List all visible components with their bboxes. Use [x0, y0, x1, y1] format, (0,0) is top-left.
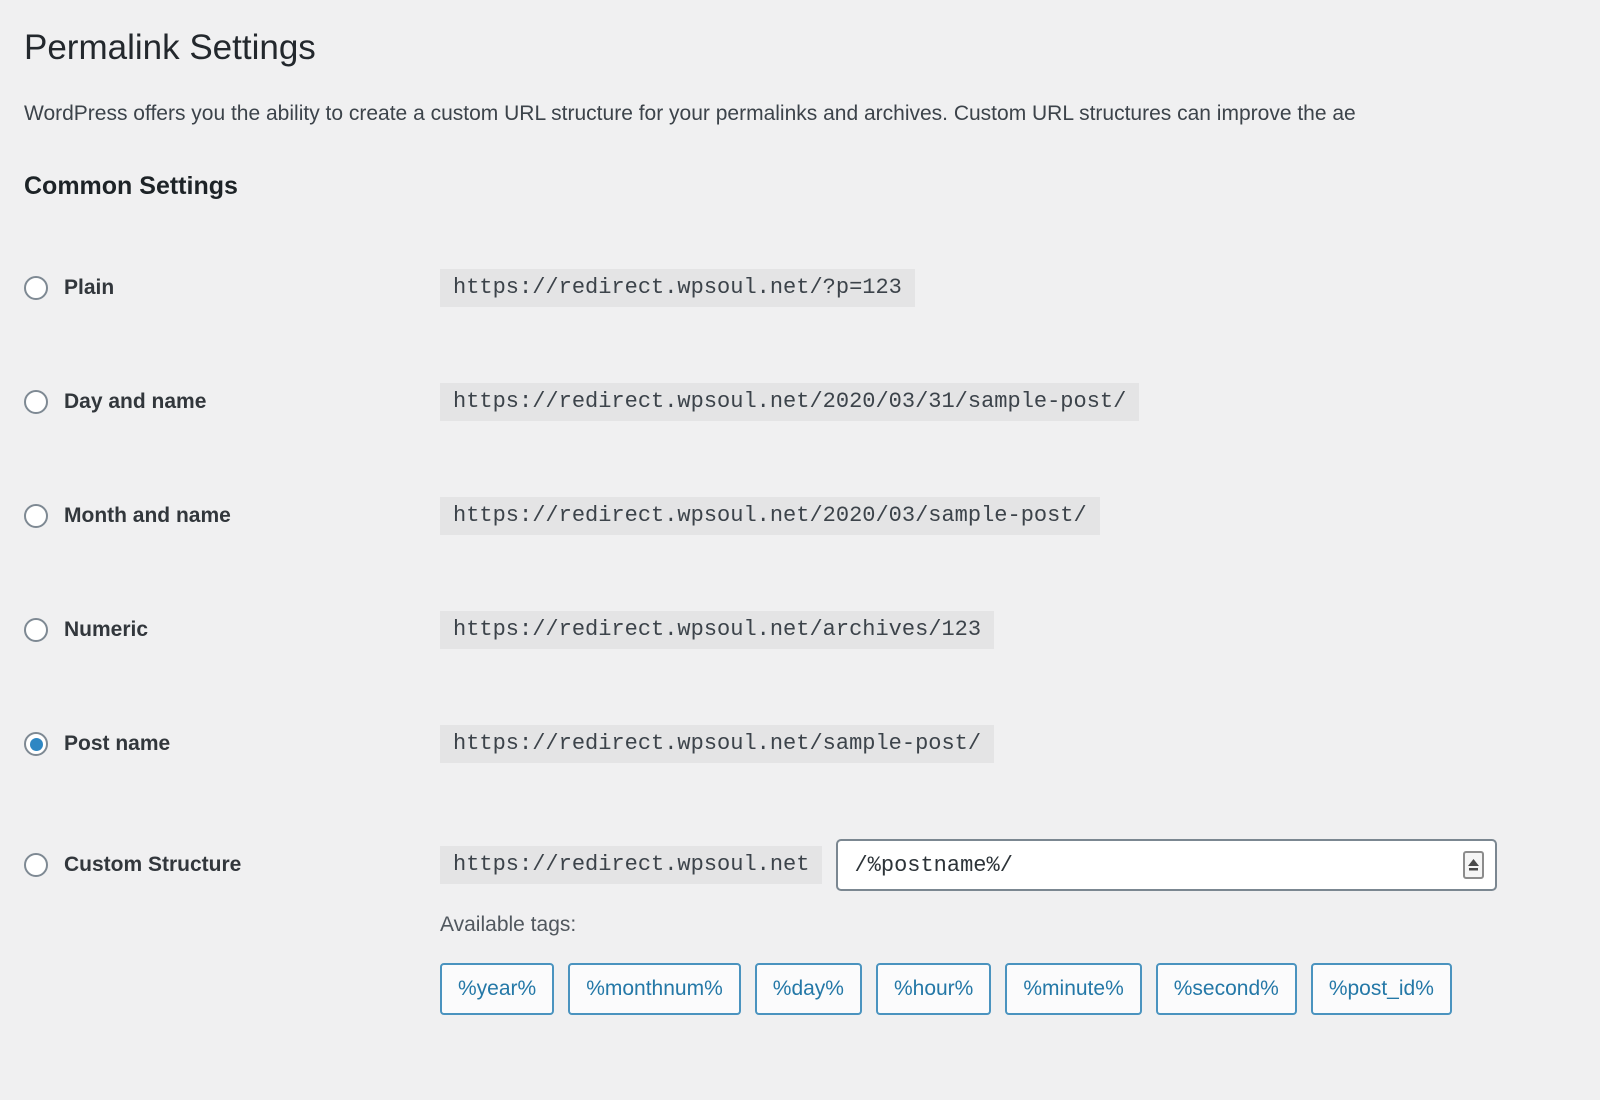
example-url-post-name: https://redirect.wpsoul.net/sample-post/ — [440, 725, 994, 763]
radio-month-name[interactable] — [24, 504, 48, 528]
example-url-plain: https://redirect.wpsoul.net/?p=123 — [440, 269, 915, 307]
custom-structure-input[interactable] — [836, 839, 1497, 891]
example-url-month-name: https://redirect.wpsoul.net/2020/03/samp… — [440, 497, 1100, 535]
option-label-day-name[interactable]: Day and name — [64, 383, 206, 421]
option-row-numeric: Numeric https://redirect.wpsoul.net/arch… — [24, 611, 1600, 649]
tag-button-second[interactable]: %second% — [1156, 963, 1297, 1015]
radio-post-name[interactable] — [24, 732, 48, 756]
tag-button-minute[interactable]: %minute% — [1005, 963, 1141, 1015]
tag-button-year[interactable]: %year% — [440, 963, 554, 1015]
tag-button-day[interactable]: %day% — [755, 963, 862, 1015]
custom-structure-line: https://redirect.wpsoul.net — [440, 839, 1497, 891]
option-label-plain[interactable]: Plain — [64, 269, 114, 307]
page-title: Permalink Settings — [24, 26, 1600, 70]
available-tags-label: Available tags: — [440, 913, 1497, 937]
option-label-custom-structure[interactable]: Custom Structure — [64, 846, 241, 884]
option-row-post-name: Post name https://redirect.wpsoul.net/sa… — [24, 725, 1600, 763]
permalink-settings-page: Permalink Settings WordPress offers you … — [0, 0, 1600, 1015]
radio-custom-structure[interactable] — [24, 853, 48, 877]
available-tags-row: %year% %monthnum% %day% %hour% %minute% … — [440, 963, 1497, 1015]
option-label-col: Post name — [24, 725, 440, 763]
intro-text: WordPress offers you the ability to crea… — [24, 100, 1600, 128]
option-label-col: Plain — [24, 269, 440, 307]
option-label-col: Numeric — [24, 611, 440, 649]
radio-day-name[interactable] — [24, 390, 48, 414]
tag-button-monthnum[interactable]: %monthnum% — [568, 963, 741, 1015]
custom-structure-prefix: https://redirect.wpsoul.net — [440, 846, 822, 884]
option-row-day-name: Day and name https://redirect.wpsoul.net… — [24, 383, 1600, 421]
option-row-plain: Plain https://redirect.wpsoul.net/?p=123 — [24, 269, 1600, 307]
option-row-month-name: Month and name https://redirect.wpsoul.n… — [24, 497, 1600, 535]
option-row-custom-structure: Custom Structure https://redirect.wpsoul… — [24, 839, 1600, 1015]
option-label-col: Month and name — [24, 497, 440, 535]
example-url-numeric: https://redirect.wpsoul.net/archives/123 — [440, 611, 994, 649]
custom-structure-input-wrap — [836, 839, 1497, 891]
radio-plain[interactable] — [24, 276, 48, 300]
option-label-col: Custom Structure — [24, 846, 440, 884]
custom-structure-content: https://redirect.wpsoul.net Available ta… — [440, 839, 1497, 1015]
form-fill-icon[interactable] — [1463, 851, 1484, 879]
tag-button-hour[interactable]: %hour% — [876, 963, 991, 1015]
tag-button-post-id[interactable]: %post_id% — [1311, 963, 1452, 1015]
common-settings-table: Plain https://redirect.wpsoul.net/?p=123… — [24, 269, 1600, 1015]
option-label-post-name[interactable]: Post name — [64, 725, 170, 763]
example-url-day-name: https://redirect.wpsoul.net/2020/03/31/s… — [440, 383, 1139, 421]
option-label-numeric[interactable]: Numeric — [64, 611, 148, 649]
radio-numeric[interactable] — [24, 618, 48, 642]
common-settings-heading: Common Settings — [24, 172, 1600, 201]
option-label-month-name[interactable]: Month and name — [64, 497, 231, 535]
option-label-col: Day and name — [24, 383, 440, 421]
